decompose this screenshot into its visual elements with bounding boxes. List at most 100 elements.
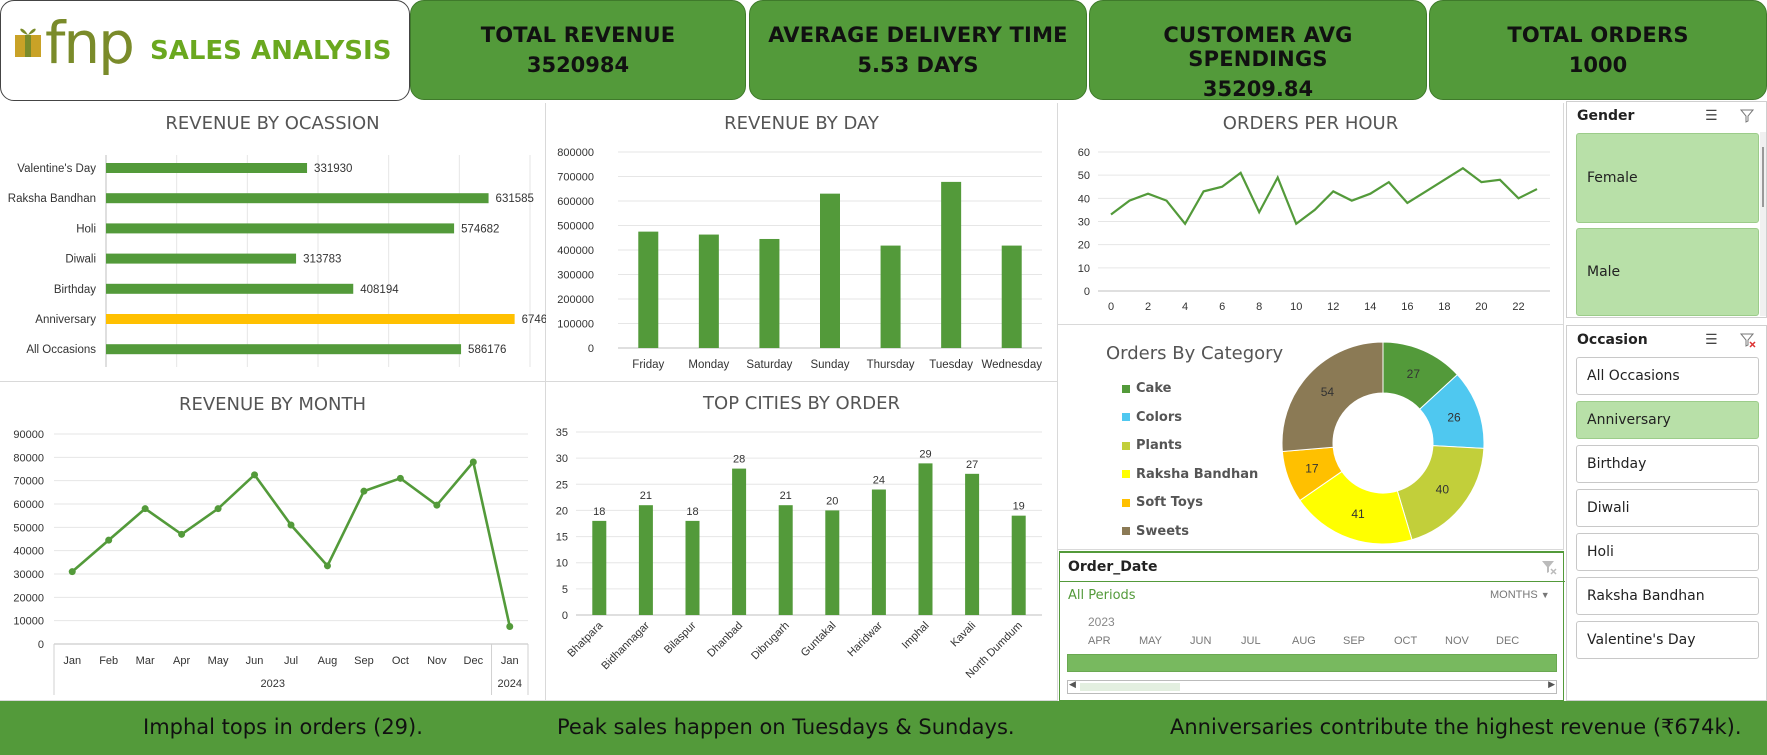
chart-top-cities: TOP CITIES BY ORDER 0 5 10 15 20 25 30 35 18 Bhat… xyxy=(546,382,1058,701)
y-tick-label: 20 xyxy=(556,505,568,517)
scrollbar-thumb[interactable] xyxy=(1080,683,1180,691)
bar xyxy=(1011,515,1026,615)
scroll-left-icon[interactable]: ◀ xyxy=(1069,679,1076,690)
data-point xyxy=(178,530,186,538)
data-point xyxy=(433,501,441,509)
kpi-value: 35209.84 xyxy=(1202,77,1314,101)
timeline-unit-select[interactable]: MONTHS ▼ xyxy=(1490,589,1550,601)
month-line-chart: 0 10000 20000 30000 40000 50000 60000 70000 8000… xyxy=(13,429,529,695)
timeline-month[interactable]: APR xyxy=(1088,635,1111,647)
year-label: 2024 xyxy=(498,678,522,690)
y-tick-label: 30 xyxy=(556,453,568,465)
multi-select-icon[interactable]: ☰ xyxy=(1705,331,1718,348)
slicer-item-label: Holi xyxy=(1587,544,1614,560)
category-label: All Occasions xyxy=(26,344,96,356)
bar xyxy=(698,234,719,348)
clear-filter-icon[interactable] xyxy=(1540,558,1558,576)
bar xyxy=(106,193,489,204)
kpi-total-revenue: TOTAL REVENUE 3520984 xyxy=(410,0,746,100)
kpi-value: 1000 xyxy=(1568,53,1628,77)
clear-filter-icon[interactable] xyxy=(1739,331,1757,349)
slicer-item[interactable]: Birthday xyxy=(1576,445,1759,483)
bar xyxy=(106,163,308,173)
order-date-timeline[interactable]: Order_Date All Periods MONTHS ▼ 2023 APR… xyxy=(1059,551,1565,701)
data-label: 29 xyxy=(919,448,931,460)
data-label: 26 xyxy=(1447,410,1461,424)
timeline-scrollbar[interactable]: ◀ ▶ xyxy=(1067,679,1557,694)
bar xyxy=(778,505,793,615)
x-tick-label: Bidhannagar xyxy=(599,619,652,672)
y-tick-label: 35 xyxy=(556,427,568,439)
x-tick-label: Jun xyxy=(246,655,264,667)
slicer-item-label: Female xyxy=(1587,170,1638,186)
x-tick-label: Sep xyxy=(354,655,374,667)
scrollbar-thumb[interactable] xyxy=(1762,147,1764,207)
x-tick-label: Jan xyxy=(501,655,519,667)
slicer-title: Occasion xyxy=(1577,332,1648,348)
timeline-month[interactable]: JUN xyxy=(1190,635,1211,647)
y-tick-label: 0 xyxy=(588,343,594,355)
slicer-item-label: All Occasions xyxy=(1587,368,1680,384)
chart-revenue-by-month: REVENUE BY MONTH 0 10000 20000 30000 40000 50… xyxy=(0,382,546,701)
x-tick-label: Friday xyxy=(632,359,664,371)
y-tick-label: 0 xyxy=(562,610,568,622)
slicer-item-label: Birthday xyxy=(1587,456,1647,472)
slicer-title: Gender xyxy=(1577,108,1635,124)
bar xyxy=(820,193,840,348)
kpi-value: 3520984 xyxy=(526,53,630,77)
timeline-month[interactable]: JUL xyxy=(1241,635,1261,647)
timeline-month[interactable]: OCT xyxy=(1394,635,1417,647)
slicer-item[interactable]: Valentine's Day xyxy=(1576,621,1759,659)
clear-filter-icon[interactable] xyxy=(1739,107,1757,125)
insight-text: Imphal tops in orders (29). xyxy=(143,715,423,739)
timeline-month[interactable]: AUG xyxy=(1292,635,1316,647)
kpi-value: 5.53 DAYS xyxy=(857,53,979,77)
slicer-item[interactable]: Raksha Bandhan xyxy=(1576,577,1759,615)
slicer-item-female[interactable]: Female xyxy=(1576,133,1759,223)
x-tick-label: Monday xyxy=(688,359,729,371)
brand-logo: fnp xyxy=(45,9,135,77)
timeline-unit-label: MONTHS xyxy=(1490,589,1538,601)
data-point xyxy=(287,521,295,529)
category-label: Raksha Bandhan xyxy=(8,193,96,205)
slicer-scrollbar[interactable] xyxy=(1760,132,1766,316)
scroll-right-icon[interactable]: ▶ xyxy=(1548,679,1555,690)
hour-line-chart: 0 10 20 30 40 50 60 0 2 4 6 8 10 12 14 16 18 20 22 xyxy=(1078,147,1550,313)
kpi-title: AVERAGE DELIVERY TIME xyxy=(768,23,1068,47)
bar xyxy=(871,489,886,615)
data-point xyxy=(396,474,404,482)
x-tick-label: Haridwar xyxy=(845,619,885,659)
y-tick-label: 10 xyxy=(1078,263,1090,275)
slicer-item[interactable]: All Occasions xyxy=(1576,357,1759,395)
y-tick-label: 90000 xyxy=(13,429,44,441)
y-tick-label: 300000 xyxy=(557,270,594,282)
multi-select-icon[interactable]: ☰ xyxy=(1705,107,1718,124)
chart-revenue-by-day: REVENUE BY DAY 0 100000 200000 300000 400000… xyxy=(546,103,1058,382)
kpi-title: TOTAL ORDERS xyxy=(1507,23,1689,47)
bar xyxy=(941,181,962,348)
timeline-month[interactable]: NOV xyxy=(1445,635,1469,647)
timeline-month[interactable]: DEC xyxy=(1496,635,1519,647)
data-label: 17 xyxy=(1305,462,1319,476)
bar xyxy=(918,463,933,615)
occasion-bar-chart: Valentine's Day 331930 Raksha Bandhan 63158… xyxy=(8,155,546,367)
y-tick-label: 10 xyxy=(556,558,568,570)
data-point xyxy=(68,568,76,576)
x-tick-label: Imphal xyxy=(900,620,932,652)
data-label: 27 xyxy=(966,459,978,471)
slicer-item-male[interactable]: Male xyxy=(1576,228,1759,316)
slicer-item-label: Diwali xyxy=(1587,500,1630,516)
timeline-month[interactable]: MAY xyxy=(1139,635,1162,647)
slicer-item-label: Anniversary xyxy=(1587,412,1671,428)
x-tick-label: Dibrugarh xyxy=(749,620,792,663)
timeline-month[interactable]: SEP xyxy=(1343,635,1365,647)
y-tick-label: 0 xyxy=(1084,286,1090,298)
slicer-item[interactable]: Anniversary xyxy=(1576,401,1759,439)
slicer-item[interactable]: Diwali xyxy=(1576,489,1759,527)
y-tick-label: 60000 xyxy=(13,499,44,511)
kpi-customer-avg: CUSTOMER AVG SPENDINGS 35209.84 xyxy=(1089,0,1427,101)
category-donut-chart: 27 26 40 41 17 54 xyxy=(1281,341,1485,545)
slicer-item[interactable]: Holi xyxy=(1576,533,1759,571)
timeline-range-bar[interactable] xyxy=(1067,654,1557,672)
x-tick-label: Bilaspur xyxy=(662,619,699,656)
